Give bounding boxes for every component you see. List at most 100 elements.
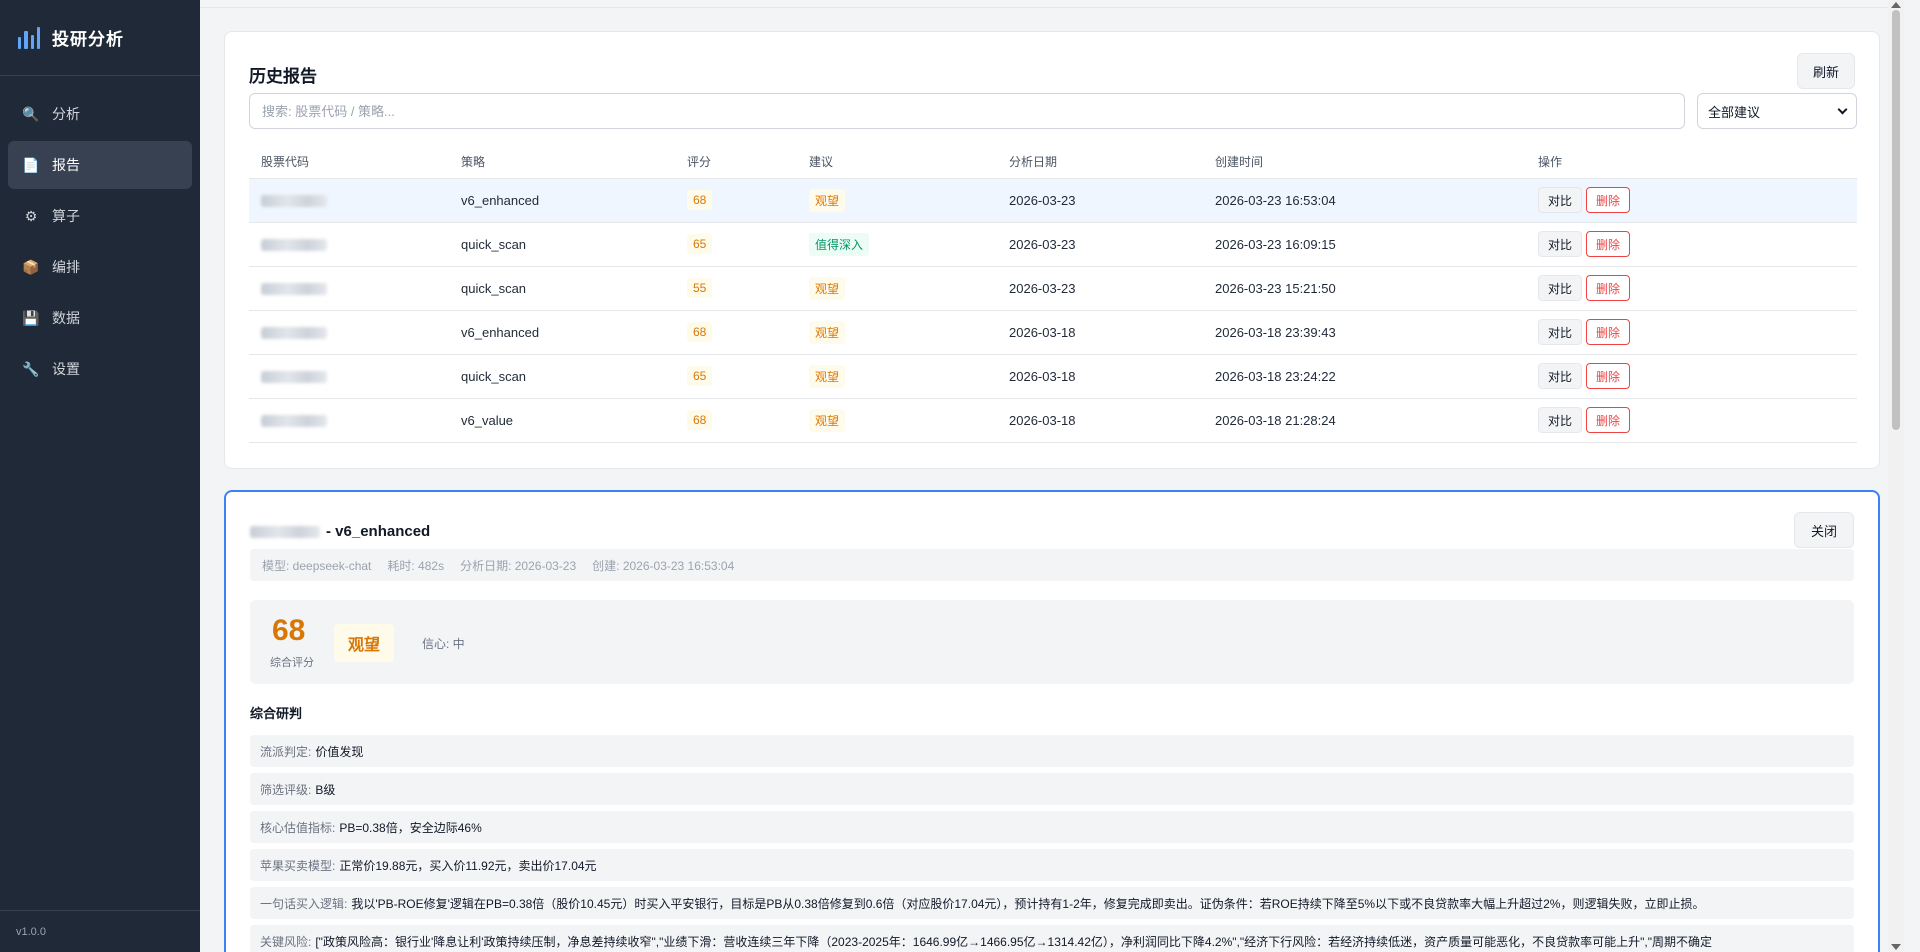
table-header-row: 股票代码 策略 评分 建议 分析日期 创建时间 操作: [249, 146, 1857, 179]
cell-created-time: 2026-03-18 23:39:43: [1203, 310, 1526, 355]
sidebar-nav: 🔍 分析 📄 报告 ⚙ 算子 📦 编排 💾 数据 🔧 设置: [0, 76, 200, 910]
cell-score: 68: [675, 310, 797, 355]
document-icon: 📄: [22, 156, 40, 173]
score-chip: 68: [687, 190, 713, 210]
scroll-thumb[interactable]: [1892, 10, 1900, 430]
cell-analysis-date: 2026-03-23: [997, 222, 1203, 267]
overall-score: 68: [272, 614, 306, 647]
stock-code-redacted: [261, 283, 327, 296]
table-row[interactable]: v6_enhanced 68 观望 2026-03-18 2026-03-18 23:3…: [249, 310, 1857, 355]
column-header: 评分: [675, 146, 797, 179]
delete-button[interactable]: 删除: [1586, 231, 1631, 257]
score-chip: 65: [687, 234, 713, 254]
delete-button[interactable]: 删除: [1586, 187, 1631, 213]
cell-actions: 对比 删除: [1526, 178, 1857, 223]
table-row[interactable]: quick_scan 65 观望 2026-03-18 2026-03-18 23:24…: [249, 354, 1857, 399]
compare-button[interactable]: 对比: [1538, 231, 1583, 257]
cell-created-time: 2026-03-23 16:09:15: [1203, 222, 1526, 267]
sidebar-item-0[interactable]: 🔍 分析: [8, 90, 192, 138]
table-row[interactable]: quick_scan 65 值得深入 2026-03-23 2026-03-23 16:…: [249, 222, 1857, 267]
main-content: 历史报告 刷新 全部建议 股票代码策略评分建议分析日期创建时间操作 v6_enh…: [200, 0, 1904, 952]
delete-button[interactable]: 删除: [1586, 275, 1631, 301]
sidebar-item-5[interactable]: 🔧 设置: [8, 345, 192, 393]
stock-code-redacted: [261, 239, 327, 252]
judgement-item: 核心估值指标: PB=0.38倍，安全边际46%: [250, 811, 1854, 843]
sidebar-item-1[interactable]: 📄 报告: [8, 141, 192, 189]
recommendation-badge: 观望: [334, 624, 395, 662]
recommendation-filter-select[interactable]: 全部建议: [1697, 93, 1857, 129]
cell-strategy: v6_enhanced: [449, 178, 675, 223]
cell-stock-code: [249, 178, 449, 223]
disk-icon: 💾: [22, 309, 40, 326]
cell-actions: 对比 删除: [1526, 310, 1857, 355]
sidebar-item-2[interactable]: ⚙ 算子: [8, 192, 192, 240]
cell-strategy: quick_scan: [449, 354, 675, 399]
delete-button[interactable]: 删除: [1586, 319, 1631, 345]
delete-button[interactable]: 删除: [1586, 407, 1631, 433]
cell-stock-code: [249, 310, 449, 355]
filter-selected-value: 全部建议: [1708, 104, 1761, 120]
recommendation-chip: 观望: [809, 364, 846, 388]
table-row[interactable]: quick_scan 55 观望 2026-03-23 2026-03-23 15:21…: [249, 266, 1857, 311]
column-header: 建议: [797, 146, 997, 179]
recommendation-chip: 值得深入: [809, 232, 870, 256]
recommendation-chip: 观望: [809, 408, 846, 432]
compare-button[interactable]: 对比: [1538, 363, 1583, 389]
refresh-button[interactable]: 刷新: [1797, 53, 1855, 89]
judgement-value: B级: [315, 782, 336, 797]
judgement-value: PB=0.38倍，安全边际46%: [339, 820, 482, 835]
vertical-scrollbar[interactable]: [1888, 0, 1904, 952]
search-input[interactable]: [249, 93, 1685, 129]
column-header: 创建时间: [1203, 146, 1526, 179]
scroll-up-arrow[interactable]: [1891, 2, 1901, 8]
sidebar-item-label: 报告: [52, 157, 80, 173]
cell-created-time: 2026-03-18 23:24:22: [1203, 354, 1526, 399]
cell-stock-code: [249, 266, 449, 311]
judgement-value: 我以'PB-ROE修复'逻辑在PB=0.38倍（股价10.45元）时买入平安银行…: [351, 896, 1705, 911]
judgement-list: 流派判定: 价值发现 筛选评级: B级 核心估值指标: PB=0.38倍，安全边际46% 苹…: [250, 735, 1854, 952]
gear-icon: ⚙: [24, 207, 38, 224]
scroll-down-arrow[interactable]: [1891, 944, 1901, 950]
judgement-item: 筛选评级: B级: [250, 773, 1854, 805]
column-header: 操作: [1526, 146, 1857, 179]
sidebar-item-4[interactable]: 💾 数据: [8, 294, 192, 342]
table-row[interactable]: v6_enhanced 68 观望 2026-03-23 2026-03-23 16:5…: [249, 178, 1857, 223]
sidebar-item-3[interactable]: 📦 编排: [8, 243, 192, 291]
sidebar-item-label: 设置: [52, 361, 80, 377]
judgement-value: 正常价19.88元，买入价11.92元，卖出价17.04元: [339, 858, 597, 873]
compare-button[interactable]: 对比: [1538, 275, 1583, 301]
delete-button[interactable]: 删除: [1586, 363, 1631, 389]
cell-strategy: v6_value: [449, 398, 675, 443]
stock-code-redacted: [261, 371, 327, 384]
column-header: 股票代码: [249, 146, 449, 179]
stock-code-redacted: [261, 327, 327, 340]
close-button[interactable]: 关闭: [1794, 512, 1854, 548]
history-title: 历史报告: [249, 67, 317, 86]
compare-button[interactable]: 对比: [1538, 407, 1583, 433]
cell-actions: 对比 删除: [1526, 222, 1857, 267]
cell-score: 68: [675, 178, 797, 223]
meta-created: 创建: 2026-03-23 16:53:04: [592, 558, 735, 573]
cell-created-time: 2026-03-23 16:53:04: [1203, 178, 1526, 223]
stock-code-redacted: [261, 415, 327, 428]
app-title: 投研分析: [52, 30, 124, 49]
cell-stock-code: [249, 398, 449, 443]
cell-actions: 对比 删除: [1526, 398, 1857, 443]
overall-score-label: 综合评分: [270, 657, 314, 669]
cell-score: 65: [675, 354, 797, 399]
cell-stock-code: [249, 354, 449, 399]
column-header: 策略: [449, 146, 675, 179]
compare-button[interactable]: 对比: [1538, 319, 1583, 345]
compare-button[interactable]: 对比: [1538, 187, 1583, 213]
cell-analysis-date: 2026-03-18: [997, 398, 1203, 443]
cell-strategy: v6_enhanced: [449, 310, 675, 355]
score-chip: 68: [687, 322, 713, 342]
top-divider: [200, 0, 1904, 8]
recommendation-chip: 观望: [809, 188, 846, 212]
stock-code-redacted: [250, 525, 320, 538]
column-header: 分析日期: [997, 146, 1203, 179]
table-row[interactable]: v6_value 68 观望 2026-03-18 2026-03-18 21:28:2…: [249, 398, 1857, 443]
cell-recommendation: 观望: [797, 266, 997, 311]
judgement-item: 一句话买入逻辑: 我以'PB-ROE修复'逻辑在PB=0.38倍（股价10.45元…: [250, 887, 1854, 919]
cell-analysis-date: 2026-03-23: [997, 266, 1203, 311]
